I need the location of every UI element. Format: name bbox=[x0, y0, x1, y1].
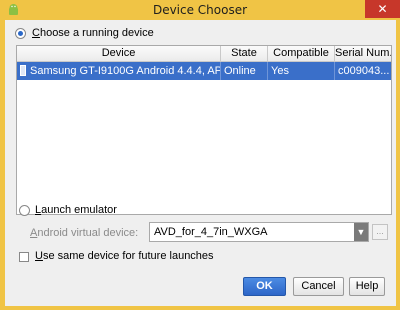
close-icon: ✕ bbox=[377, 2, 388, 16]
window-title: Device Chooser bbox=[152, 3, 248, 17]
column-header-state[interactable]: State bbox=[221, 46, 268, 61]
table-row[interactable]: Samsung GT-I9100G Android 4.4.4, API 19 … bbox=[17, 62, 391, 80]
dialog-content: Choose a running device Device State Com… bbox=[5, 20, 396, 306]
state-cell: Online bbox=[221, 62, 268, 80]
table-header: Device State Compatible Serial Num... bbox=[17, 46, 391, 62]
launch-emulator-label[interactable]: Launch emulator bbox=[35, 204, 117, 216]
close-button[interactable]: ✕ bbox=[365, 0, 400, 18]
column-header-compatible[interactable]: Compatible bbox=[268, 46, 335, 61]
same-device-checkbox[interactable] bbox=[19, 252, 29, 262]
device-table[interactable]: Device State Compatible Serial Num... Sa… bbox=[16, 45, 392, 215]
avd-select[interactable]: AVD_for_4_7in_WXGA ▼ bbox=[149, 222, 369, 242]
ok-button[interactable]: OK bbox=[243, 277, 286, 296]
help-button[interactable]: Help bbox=[349, 277, 385, 296]
compatible-cell: Yes bbox=[268, 62, 335, 80]
choose-running-device-radio[interactable] bbox=[15, 28, 26, 39]
chevron-down-icon[interactable]: ▼ bbox=[354, 223, 368, 241]
radio-selected-dot bbox=[18, 31, 23, 36]
column-header-device[interactable]: Device bbox=[17, 46, 221, 61]
avd-label: Android virtual device: bbox=[30, 227, 139, 239]
device-cell: Samsung GT-I9100G Android 4.4.4, API 19 bbox=[17, 62, 221, 80]
same-device-label[interactable]: Use same device for future launches bbox=[35, 250, 214, 262]
title-bar[interactable]: Device Chooser ✕ bbox=[0, 0, 400, 20]
avd-browse-button[interactable]: ... bbox=[372, 224, 388, 240]
cancel-button[interactable]: Cancel bbox=[293, 277, 344, 296]
choose-running-device-label[interactable]: Choose a running device bbox=[32, 27, 154, 39]
avd-selected-value: AVD_for_4_7in_WXGA bbox=[154, 226, 268, 238]
phone-icon bbox=[20, 65, 26, 76]
serial-cell: c009043... bbox=[338, 65, 390, 77]
device-chooser-window: Device Chooser ✕ Choose a running device… bbox=[0, 0, 400, 310]
launch-emulator-radio[interactable] bbox=[19, 205, 30, 216]
column-header-serial[interactable]: Serial Num... bbox=[335, 46, 391, 61]
